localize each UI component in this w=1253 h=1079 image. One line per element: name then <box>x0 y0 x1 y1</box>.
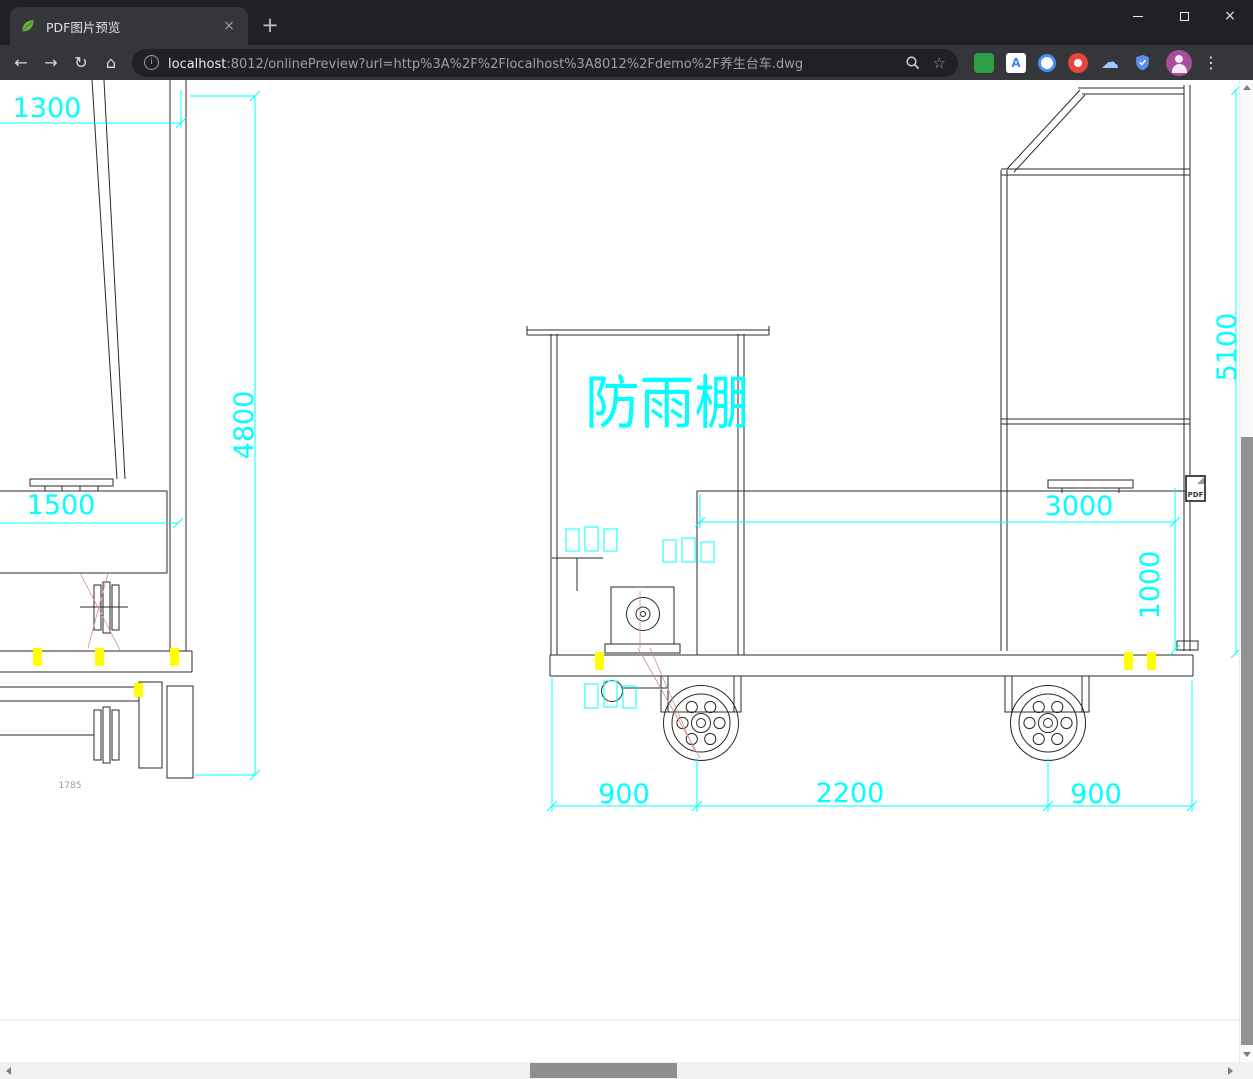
url-path: :8012/onlinePreview?url=http%3A%2F%2Floc… <box>226 57 804 72</box>
bookmark-star-icon[interactable]: ☆ <box>933 54 946 72</box>
page-content: 1300 4800 1500 3000 1000 5100 900 2200 9… <box>0 80 1239 1062</box>
cloud-extension-icon[interactable]: ☁ <box>1100 52 1120 73</box>
dim-2200: 2200 <box>816 778 885 809</box>
dimension-labels: 1300 4800 1500 3000 1000 5100 900 2200 9… <box>13 93 1239 810</box>
browser-toolbar: ← → ↻ ⌂ i localhost:8012/onlinePreview?u… <box>0 45 1253 80</box>
back-button[interactable]: ← <box>6 48 36 78</box>
shield-extension-icon[interactable] <box>1132 53 1152 73</box>
minimize-icon <box>1133 15 1143 17</box>
page-info-icon[interactable]: i <box>144 55 159 70</box>
dim-1500: 1500 <box>27 490 96 521</box>
pdf-file-icon[interactable]: PDF <box>1185 475 1206 502</box>
scroll-left-arrow[interactable] <box>0 1062 17 1079</box>
window-maximize-button[interactable] <box>1161 0 1207 32</box>
extension-dot <box>1074 58 1082 67</box>
tab-strip: PDF图片预览 × + × <box>0 0 1253 45</box>
avatar-head <box>1175 54 1183 63</box>
dim-5100: 5100 <box>1212 313 1239 382</box>
wheels <box>663 685 1086 761</box>
scroll-right-arrow[interactable] <box>1222 1062 1239 1079</box>
scrollbar-corner <box>1239 1062 1253 1079</box>
vertical-scroll-thumb[interactable] <box>1241 437 1253 1045</box>
address-bar[interactable]: i localhost:8012/onlinePreview?url=http%… <box>132 48 958 77</box>
window-controls: × <box>1115 0 1253 32</box>
dim-small: 1785 <box>59 781 82 791</box>
scroll-up-arrow[interactable] <box>1240 80 1253 95</box>
maximize-icon <box>1179 11 1189 21</box>
extension-icon-green[interactable] <box>974 52 994 73</box>
url-text: localhost:8012/onlinePreview?url=http%3A… <box>168 53 803 72</box>
window-close-button[interactable]: × <box>1207 0 1253 32</box>
url-host: localhost <box>168 57 227 72</box>
new-tab-button[interactable]: + <box>256 11 284 39</box>
extension-icon-circle[interactable] <box>1038 53 1056 72</box>
window-minimize-button[interactable] <box>1115 0 1161 32</box>
cad-drawing: 1300 4800 1500 3000 1000 5100 900 2200 9… <box>0 80 1239 1021</box>
avatar-body <box>1171 63 1187 73</box>
zoom-icon[interactable] <box>905 55 921 71</box>
profile-avatar[interactable] <box>1166 49 1192 76</box>
forward-button[interactable]: → <box>36 48 66 78</box>
dim-900-right: 900 <box>1070 779 1122 810</box>
extensions-area: A ☁ <box>974 52 1152 73</box>
horizontal-scrollbar[interactable] <box>0 1062 1239 1079</box>
pdf-badge-label: PDF <box>1187 491 1204 499</box>
reload-button[interactable]: ↻ <box>66 48 96 78</box>
spring-leaf-favicon <box>20 18 36 34</box>
tab-title: PDF图片预览 <box>46 19 121 35</box>
translate-extension-icon[interactable]: A <box>1006 52 1026 73</box>
dim-4800: 4800 <box>229 391 260 460</box>
canopy-label: 防雨棚 <box>585 369 749 437</box>
horizontal-scroll-thumb[interactable] <box>530 1063 677 1078</box>
home-button[interactable]: ⌂ <box>96 48 126 78</box>
dim-1300: 1300 <box>13 93 82 124</box>
vertical-scrollbar[interactable] <box>1239 80 1253 1062</box>
extension-icon-red[interactable] <box>1068 52 1088 73</box>
tab-close-icon[interactable]: × <box>220 17 238 35</box>
scroll-down-arrow[interactable] <box>1240 1047 1253 1062</box>
browser-tab[interactable]: PDF图片预览 × <box>10 7 248 45</box>
dim-3000: 3000 <box>1045 491 1114 522</box>
dim-900-left: 900 <box>598 779 650 810</box>
dim-1000: 1000 <box>1135 551 1166 620</box>
browser-menu-icon[interactable]: ⋮ <box>1200 53 1222 72</box>
